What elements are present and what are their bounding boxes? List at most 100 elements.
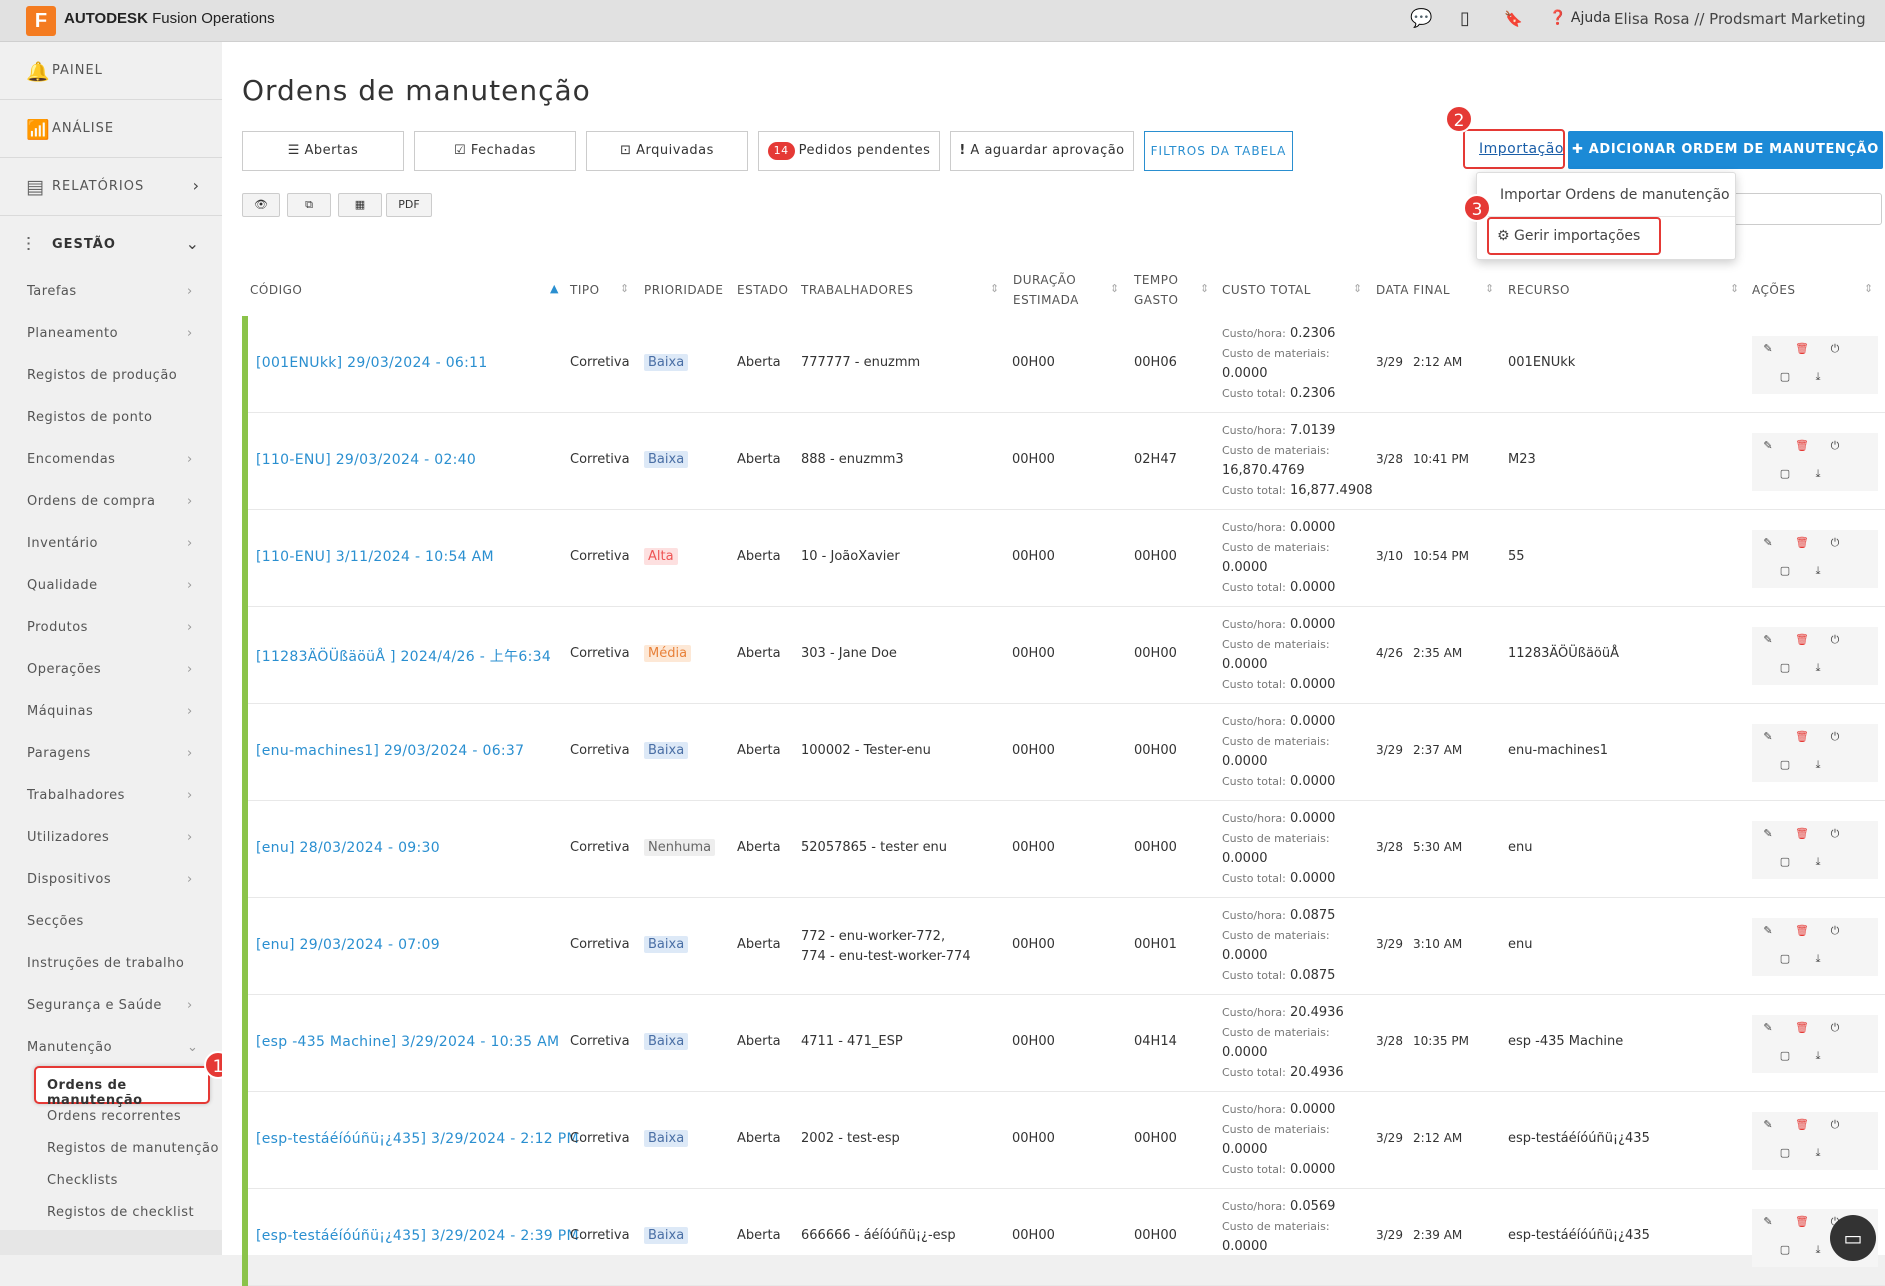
edit-icon[interactable]: ✎ xyxy=(1758,728,1778,746)
col-header-codigo[interactable]: CÓDIGO xyxy=(250,280,302,300)
sidebar-item-tarefas[interactable]: Tarefas › xyxy=(27,284,192,299)
sidebar-item-registos-producao[interactable]: Registos de produção xyxy=(27,368,177,383)
trash-icon[interactable]: 🗑 xyxy=(1792,825,1812,843)
sidebar-analise[interactable]: 📶 ANÁLISE xyxy=(0,100,222,158)
tab-pedidos-pendentes[interactable]: 14 Pedidos pendentes xyxy=(758,131,940,171)
trash-icon[interactable]: 🗑 xyxy=(1792,340,1812,358)
power-icon[interactable]: ⏻ xyxy=(1825,728,1845,746)
edit-icon[interactable]: ✎ xyxy=(1758,1116,1778,1134)
user-menu[interactable]: Elisa Rosa // Prodsmart Marketing xyxy=(1614,10,1866,28)
order-code-link[interactable]: [enu] 29/03/2024 - 07:09 xyxy=(256,937,440,953)
sort-icon[interactable]: ⇕ xyxy=(1110,282,1119,295)
table-export-icon[interactable]: ▦ xyxy=(338,193,382,217)
tab-aguardar-aprovacao[interactable]: ! A aguardar aprovação xyxy=(950,131,1134,171)
order-code-link[interactable]: [esp -435 Machine] 3/29/2024 - 10:35 AM xyxy=(256,1034,559,1050)
trash-icon[interactable]: 🗑 xyxy=(1792,1019,1812,1037)
sort-icon[interactable]: ⇕ xyxy=(1200,282,1209,295)
power-icon[interactable]: ⏻ xyxy=(1825,1116,1845,1134)
sidebar-item-paragens[interactable]: Paragens › xyxy=(27,746,192,761)
order-code-link[interactable]: [enu] 28/03/2024 - 09:30 xyxy=(256,840,440,856)
sidebar-item-ordens-recorrentes[interactable]: Ordens recorrentes xyxy=(47,1109,181,1124)
archive-icon[interactable]: ▢ xyxy=(1775,659,1795,677)
trash-icon[interactable]: 🗑 xyxy=(1792,534,1812,552)
sidebar-item-seccoes[interactable]: Secções xyxy=(27,914,84,929)
sidebar-item-ordens-compra[interactable]: Ordens de compra › xyxy=(27,494,192,509)
sidebar-item-operacoes[interactable]: Operações › xyxy=(27,662,192,677)
download-icon[interactable]: ⤓ xyxy=(1808,1144,1828,1162)
copy-icon[interactable]: ⧉ xyxy=(287,193,331,217)
sidebar-item-registos-ponto[interactable]: Registos de ponto xyxy=(27,410,152,425)
tab-abertas[interactable]: ☰ Abertas xyxy=(242,131,404,171)
trash-icon[interactable]: 🗑 xyxy=(1792,437,1812,455)
col-header-recurso[interactable]: RECURSO xyxy=(1508,280,1570,300)
col-header-trabalhadores[interactable]: TRABALHADORES xyxy=(801,280,913,300)
trash-icon[interactable]: 🗑 xyxy=(1792,1116,1812,1134)
sidebar-item-registos-checklist[interactable]: Registos de checklist xyxy=(47,1205,194,1220)
sort-icon[interactable]: ⇕ xyxy=(990,282,999,295)
col-header-tipo[interactable]: TIPO xyxy=(570,280,600,300)
sidebar-relatorios[interactable]: ▤ RELATÓRIOS › xyxy=(0,158,222,216)
order-code-link[interactable]: [110-ENU] 3/11/2024 - 10:54 AM xyxy=(256,549,494,565)
sidebar-item-inventario[interactable]: Inventário › xyxy=(27,536,192,551)
archive-icon[interactable]: ▢ xyxy=(1775,465,1795,483)
archive-icon[interactable]: ▢ xyxy=(1775,853,1795,871)
order-code-link[interactable]: [enu-machines1] 29/03/2024 - 06:37 xyxy=(256,743,524,759)
download-icon[interactable]: ⤓ xyxy=(1808,853,1828,871)
sidebar-item-trabalhadores[interactable]: Trabalhadores › xyxy=(27,788,192,803)
sidebar-item-seguranca[interactable]: Segurança e Saúde › xyxy=(27,998,192,1013)
download-icon[interactable]: ⤓ xyxy=(1808,465,1828,483)
sort-asc-icon[interactable]: ▲ xyxy=(550,282,558,295)
table-row[interactable]: [enu-machines1] 29/03/2024 - 06:37 Corret… xyxy=(242,704,1885,801)
sort-icon[interactable]: ⇕ xyxy=(1864,282,1873,295)
trash-icon[interactable]: 🗑 xyxy=(1792,728,1812,746)
chat-icon[interactable]: 💬 xyxy=(1410,8,1432,29)
fusion-logo[interactable]: F xyxy=(26,6,56,36)
edit-icon[interactable]: ✎ xyxy=(1758,1213,1778,1231)
table-row[interactable]: [11283ÄÖÜßäöüÅ ] 2024/4/26 - 上午6:34 Corre… xyxy=(242,607,1885,704)
archive-icon[interactable]: ▢ xyxy=(1775,1144,1795,1162)
col-header-custo[interactable]: CUSTO TOTAL xyxy=(1222,280,1311,300)
sidebar-item-registos-manutencao[interactable]: Registos de manutenção xyxy=(47,1141,219,1156)
pdf-button[interactable]: PDF xyxy=(386,193,432,217)
download-icon[interactable]: ⤓ xyxy=(1808,1047,1828,1065)
bookmark-icon[interactable]: 🔖 xyxy=(1504,10,1523,28)
edit-icon[interactable]: ✎ xyxy=(1758,340,1778,358)
sidebar-item-manutencao[interactable]: Manutenção ⌄ xyxy=(27,1040,198,1055)
sidebar-item-dispositivos[interactable]: Dispositivos › xyxy=(27,872,192,887)
sidebar-item-checklists[interactable]: Checklists xyxy=(47,1173,118,1188)
tab-arquivadas[interactable]: ⊡ Arquivadas xyxy=(586,131,748,171)
power-icon[interactable]: ⏻ xyxy=(1825,437,1845,455)
download-icon[interactable]: ⤓ xyxy=(1808,368,1828,386)
sidebar-item-utilizadores[interactable]: Utilizadores › xyxy=(27,830,192,845)
download-icon[interactable]: ⤓ xyxy=(1808,562,1828,580)
mobile-icon[interactable]: ▯ xyxy=(1460,8,1470,29)
power-icon[interactable]: ⏻ xyxy=(1825,534,1845,552)
edit-icon[interactable]: ✎ xyxy=(1758,437,1778,455)
eye-icon[interactable]: 👁 xyxy=(242,193,280,217)
tab-fechadas[interactable]: ☑ Fechadas xyxy=(414,131,576,171)
trash-icon[interactable]: 🗑 xyxy=(1792,631,1812,649)
trash-icon[interactable]: 🗑 xyxy=(1792,1213,1812,1231)
sidebar-item-ordens-manutencao[interactable]: Ordens de manutenção xyxy=(34,1066,210,1108)
help-link[interactable]: ❓ Ajuda xyxy=(1549,10,1611,26)
power-icon[interactable]: ⏻ xyxy=(1825,631,1845,649)
power-icon[interactable]: ⏻ xyxy=(1825,340,1845,358)
download-icon[interactable]: ⤓ xyxy=(1808,950,1828,968)
order-code-link[interactable]: [001ENUkk] 29/03/2024 - 06:11 xyxy=(256,355,488,371)
archive-icon[interactable]: ▢ xyxy=(1775,756,1795,774)
sidebar-item-encomendas[interactable]: Encomendas › xyxy=(27,452,192,467)
sidebar-item-instrucoes[interactable]: Instruções de trabalho xyxy=(27,956,184,971)
sidebar-painel[interactable]: 🔔 PAINEL xyxy=(0,42,222,100)
col-header-data[interactable]: DATA FINAL xyxy=(1376,280,1450,300)
order-code-link[interactable]: [110-ENU] 29/03/2024 - 02:40 xyxy=(256,452,476,468)
table-filters-button[interactable]: FILTROS DA TABELA xyxy=(1144,131,1293,171)
download-icon[interactable]: ⤓ xyxy=(1808,1241,1828,1259)
table-row[interactable]: [001ENUkk] 29/03/2024 - 06:11 Corretiva Ba… xyxy=(242,316,1885,413)
col-header-prioridade[interactable]: PRIORIDADE xyxy=(644,280,724,300)
power-icon[interactable]: ⏻ xyxy=(1825,1019,1845,1037)
add-maintenance-order-button[interactable]: ✚ ADICIONAR ORDEM DE MANUTENÇÃO xyxy=(1568,131,1883,169)
sidebar-item-produtos[interactable]: Produtos › xyxy=(27,620,192,635)
table-row[interactable]: [esp -435 Machine] 3/29/2024 - 10:35 AM C… xyxy=(242,995,1885,1092)
order-code-link[interactable]: [esp-testáéíóúñü¡¿435] 3/29/2024 - 2:39 … xyxy=(256,1228,579,1244)
sidebar-item-maquinas[interactable]: Máquinas › xyxy=(27,704,192,719)
